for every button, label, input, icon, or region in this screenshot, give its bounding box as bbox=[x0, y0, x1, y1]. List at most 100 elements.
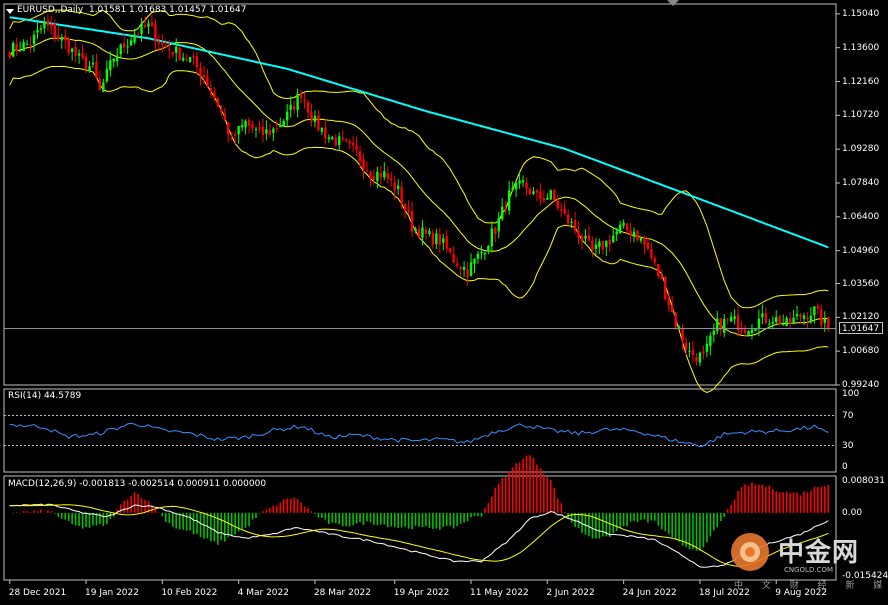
candle-body bbox=[32, 34, 36, 45]
candle-body bbox=[795, 313, 799, 317]
candle bbox=[199, 62, 202, 86]
rsi-indicator bbox=[4, 415, 836, 448]
candle-body bbox=[674, 313, 677, 327]
candle bbox=[781, 314, 785, 327]
candle bbox=[396, 179, 400, 195]
candle-body bbox=[816, 305, 820, 309]
date-tick-label: 4 Mar 2022 bbox=[237, 588, 289, 598]
candle-body bbox=[549, 190, 552, 200]
candle-body bbox=[802, 315, 806, 319]
candle bbox=[591, 236, 594, 258]
candle bbox=[175, 38, 178, 62]
candle bbox=[521, 175, 525, 187]
candle-body bbox=[650, 249, 653, 258]
candle bbox=[296, 88, 299, 118]
candle bbox=[15, 37, 18, 56]
candle-body bbox=[667, 298, 670, 306]
candle-body bbox=[417, 228, 421, 238]
candle-body bbox=[199, 67, 202, 77]
candle bbox=[306, 99, 310, 119]
candle-body bbox=[265, 129, 268, 134]
candle bbox=[161, 34, 164, 53]
candle-body bbox=[785, 317, 788, 327]
chart-shift-marker-icon[interactable] bbox=[667, 0, 679, 6]
candle-body bbox=[98, 78, 102, 91]
candle bbox=[386, 166, 389, 184]
candle-body bbox=[192, 56, 195, 58]
candle-body bbox=[227, 122, 230, 135]
pane-frame-1 bbox=[3, 388, 837, 473]
candle bbox=[729, 312, 733, 323]
candle bbox=[743, 325, 747, 337]
candle-body bbox=[36, 30, 39, 33]
date-tick-label: 28 Dec 2021 bbox=[8, 588, 67, 598]
candle-body bbox=[64, 35, 67, 41]
candle-body bbox=[39, 28, 43, 30]
candle bbox=[455, 257, 459, 269]
candle-body bbox=[129, 40, 133, 46]
candle-body bbox=[736, 314, 740, 331]
candle bbox=[497, 211, 500, 239]
watermark-tagline: 中 文 财 经 新 媒 体 bbox=[734, 581, 888, 591]
candle bbox=[317, 109, 320, 132]
candle bbox=[442, 234, 445, 251]
candle-body bbox=[660, 275, 663, 280]
candle bbox=[417, 224, 421, 239]
chart-menu-arrow-icon[interactable] bbox=[6, 9, 14, 14]
chart-canvas[interactable] bbox=[0, 0, 888, 605]
candle-body bbox=[560, 209, 563, 211]
candle bbox=[573, 212, 577, 235]
candle-body bbox=[95, 62, 98, 78]
candle bbox=[320, 126, 324, 135]
candle-body bbox=[577, 230, 580, 238]
candle-body bbox=[761, 313, 764, 318]
candle bbox=[230, 132, 233, 141]
candle bbox=[525, 177, 528, 197]
candle bbox=[258, 120, 261, 134]
candle-body bbox=[261, 126, 265, 135]
candle-body bbox=[771, 322, 774, 324]
date-tick-label: 19 Jan 2022 bbox=[85, 588, 139, 598]
candle-body bbox=[67, 38, 70, 54]
candle-body bbox=[230, 132, 233, 134]
candle-body bbox=[147, 23, 150, 27]
watermark-brand-en: CNGOLD.COM bbox=[784, 566, 834, 574]
candle bbox=[643, 235, 646, 254]
candle-body bbox=[764, 313, 768, 324]
candle bbox=[438, 227, 442, 254]
candle-body bbox=[351, 142, 355, 146]
candle bbox=[511, 181, 514, 191]
price-tick-label: 1.12160 bbox=[842, 76, 880, 87]
candle-body bbox=[605, 240, 608, 248]
candle bbox=[660, 269, 663, 280]
candle bbox=[792, 309, 795, 325]
candle bbox=[112, 57, 115, 68]
candle bbox=[577, 221, 580, 245]
candle-body bbox=[799, 314, 802, 317]
candle-body bbox=[168, 48, 171, 50]
candle-body bbox=[570, 221, 573, 223]
candle-body bbox=[133, 34, 136, 43]
candle-body bbox=[334, 137, 337, 146]
candle bbox=[206, 69, 209, 88]
candle-body bbox=[563, 208, 566, 214]
candle-body bbox=[206, 76, 209, 86]
candle bbox=[691, 340, 695, 362]
candle bbox=[775, 310, 778, 326]
candle-body bbox=[116, 55, 119, 62]
price-tick-label: 1.04960 bbox=[842, 245, 880, 256]
candle-body bbox=[438, 233, 442, 245]
candle bbox=[795, 305, 799, 321]
candle bbox=[490, 221, 494, 253]
candle-body bbox=[480, 252, 483, 254]
candle bbox=[716, 311, 719, 335]
candle-body bbox=[272, 128, 275, 133]
candle bbox=[188, 56, 192, 63]
candle-body bbox=[171, 52, 174, 55]
candle bbox=[310, 103, 313, 127]
candle-body bbox=[258, 127, 261, 129]
date-tick-label: 28 Mar 2022 bbox=[313, 588, 371, 598]
candle-body bbox=[240, 125, 244, 128]
price-tick-label: 1.15040 bbox=[842, 8, 880, 19]
candle bbox=[195, 51, 199, 75]
